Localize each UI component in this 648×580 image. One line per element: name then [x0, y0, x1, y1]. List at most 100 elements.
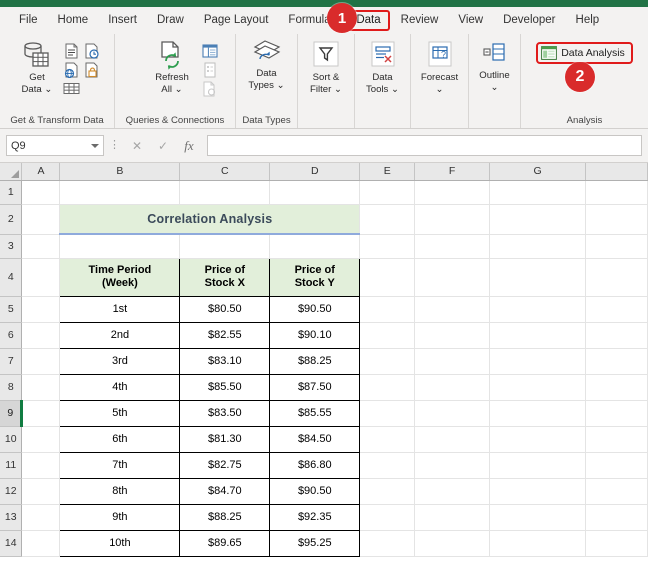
cell-f11[interactable]	[414, 452, 491, 479]
data-types-button[interactable]: Data Types ⌄	[241, 40, 293, 91]
tab-page-layout[interactable]: Page Layout	[195, 10, 278, 31]
from-web-icon[interactable]	[63, 61, 80, 78]
cell-c3[interactable]	[179, 234, 271, 259]
column-header-f[interactable]: F	[414, 163, 491, 181]
row-header-1[interactable]: 1	[0, 180, 23, 205]
cell-a6[interactable]	[21, 322, 61, 349]
cell-h9[interactable]	[585, 400, 648, 427]
cell-h5[interactable]	[585, 296, 648, 323]
tab-help[interactable]: Help	[567, 10, 609, 31]
cell-e5[interactable]	[359, 296, 416, 323]
cell-g5[interactable]	[489, 296, 586, 323]
cell-e3[interactable]	[359, 234, 416, 259]
cell-g4[interactable]	[489, 258, 586, 297]
row-header-5[interactable]: 5	[0, 296, 23, 323]
cell-a5[interactable]	[21, 296, 61, 323]
cell-c12-stock-x[interactable]: $84.70	[179, 477, 271, 505]
cell-a7[interactable]	[21, 348, 61, 375]
tab-view[interactable]: View	[449, 10, 492, 31]
cell-g12[interactable]	[489, 478, 586, 505]
cell-h6[interactable]	[585, 322, 648, 349]
cell-g1[interactable]	[489, 180, 586, 205]
row-header-11[interactable]: 11	[0, 452, 23, 479]
cell-a1[interactable]	[21, 180, 61, 205]
cell-h4[interactable]	[585, 258, 648, 297]
row-header-2[interactable]: 2	[0, 204, 23, 235]
cell-h2[interactable]	[585, 204, 648, 235]
cell-f6[interactable]	[414, 322, 491, 349]
cell-a2[interactable]	[21, 204, 61, 235]
cell-f13[interactable]	[414, 504, 491, 531]
cell-f1[interactable]	[414, 180, 491, 205]
cell-b10-period[interactable]: 6th	[59, 425, 181, 453]
data-analysis-button[interactable]: Data Analysis	[536, 42, 633, 64]
cell-e11[interactable]	[359, 452, 416, 479]
name-box[interactable]: Q9	[6, 135, 104, 156]
column-header-a[interactable]: A	[21, 163, 61, 181]
cell-a8[interactable]	[21, 374, 61, 401]
cell-g2[interactable]	[489, 204, 586, 235]
outline-button[interactable]: Outline ⌄	[473, 40, 516, 93]
chevron-down-icon[interactable]	[91, 143, 99, 148]
from-text-icon[interactable]	[63, 42, 80, 59]
cell-a10[interactable]	[21, 426, 61, 453]
cell-e14[interactable]	[359, 530, 416, 557]
cell-c14-stock-x[interactable]: $89.65	[179, 529, 271, 557]
cell-d14-stock-y[interactable]: $95.25	[269, 529, 361, 557]
cell-e8[interactable]	[359, 374, 416, 401]
cell-d12-stock-y[interactable]: $90.50	[269, 477, 361, 505]
row-header-4[interactable]: 4	[0, 258, 23, 297]
tab-draw[interactable]: Draw	[148, 10, 193, 31]
row-header-13[interactable]: 13	[0, 504, 23, 531]
row-header-12[interactable]: 12	[0, 478, 23, 505]
column-header-e[interactable]: E	[359, 163, 416, 181]
cell-f9[interactable]	[414, 400, 491, 427]
table-header-time-period[interactable]: Time Period (Week)	[59, 257, 181, 297]
cell-b1[interactable]	[59, 180, 181, 205]
recent-sources-icon[interactable]	[83, 42, 100, 59]
title-cell-correlation-analysis[interactable]: Correlation Analysis	[59, 204, 361, 235]
column-header-g[interactable]: G	[489, 163, 586, 181]
cell-d3[interactable]	[269, 234, 361, 259]
cell-c1[interactable]	[179, 180, 271, 205]
from-table-icon[interactable]	[63, 80, 80, 97]
cell-h8[interactable]	[585, 374, 648, 401]
properties-icon[interactable]	[201, 61, 218, 78]
cell-e6[interactable]	[359, 322, 416, 349]
cell-d8-stock-y[interactable]: $87.50	[269, 373, 361, 401]
cell-b8-period[interactable]: 4th	[59, 373, 181, 401]
cell-d7-stock-y[interactable]: $88.25	[269, 347, 361, 375]
cell-c10-stock-x[interactable]: $81.30	[179, 425, 271, 453]
cell-e10[interactable]	[359, 426, 416, 453]
cell-h3[interactable]	[585, 234, 648, 259]
row-header-3[interactable]: 3	[0, 234, 23, 259]
cell-e7[interactable]	[359, 348, 416, 375]
cell-e4[interactable]	[359, 258, 416, 297]
cell-f12[interactable]	[414, 478, 491, 505]
get-data-button[interactable]: Get Data ⌄	[14, 40, 60, 95]
cell-g3[interactable]	[489, 234, 586, 259]
cell-h12[interactable]	[585, 478, 648, 505]
column-header-c[interactable]: C	[179, 163, 271, 181]
cell-f2[interactable]	[414, 204, 491, 235]
row-header-14[interactable]: 14	[0, 530, 23, 557]
cell-c5-stock-x[interactable]: $80.50	[179, 295, 271, 323]
cell-a4[interactable]	[21, 258, 61, 297]
cell-f14[interactable]	[414, 530, 491, 557]
edit-links-icon[interactable]	[201, 80, 218, 97]
tab-developer[interactable]: Developer	[494, 10, 564, 31]
cell-a3[interactable]	[21, 234, 61, 259]
tab-home[interactable]: Home	[49, 10, 98, 31]
cell-c6-stock-x[interactable]: $82.55	[179, 321, 271, 349]
refresh-all-button[interactable]: Refresh All ⌄	[146, 40, 198, 95]
forecast-button[interactable]: ? Forecast ⌄	[415, 40, 464, 95]
cell-d10-stock-y[interactable]: $84.50	[269, 425, 361, 453]
row-header-9-selected[interactable]: 9	[0, 400, 24, 427]
cell-h10[interactable]	[585, 426, 648, 453]
cell-g13[interactable]	[489, 504, 586, 531]
cell-c13-stock-x[interactable]: $88.25	[179, 503, 271, 531]
formula-input[interactable]	[207, 135, 642, 156]
data-tools-button[interactable]: Data Tools ⌄	[359, 40, 406, 95]
cell-c9-stock-x[interactable]: $83.50	[179, 399, 271, 427]
cell-c7-stock-x[interactable]: $83.10	[179, 347, 271, 375]
